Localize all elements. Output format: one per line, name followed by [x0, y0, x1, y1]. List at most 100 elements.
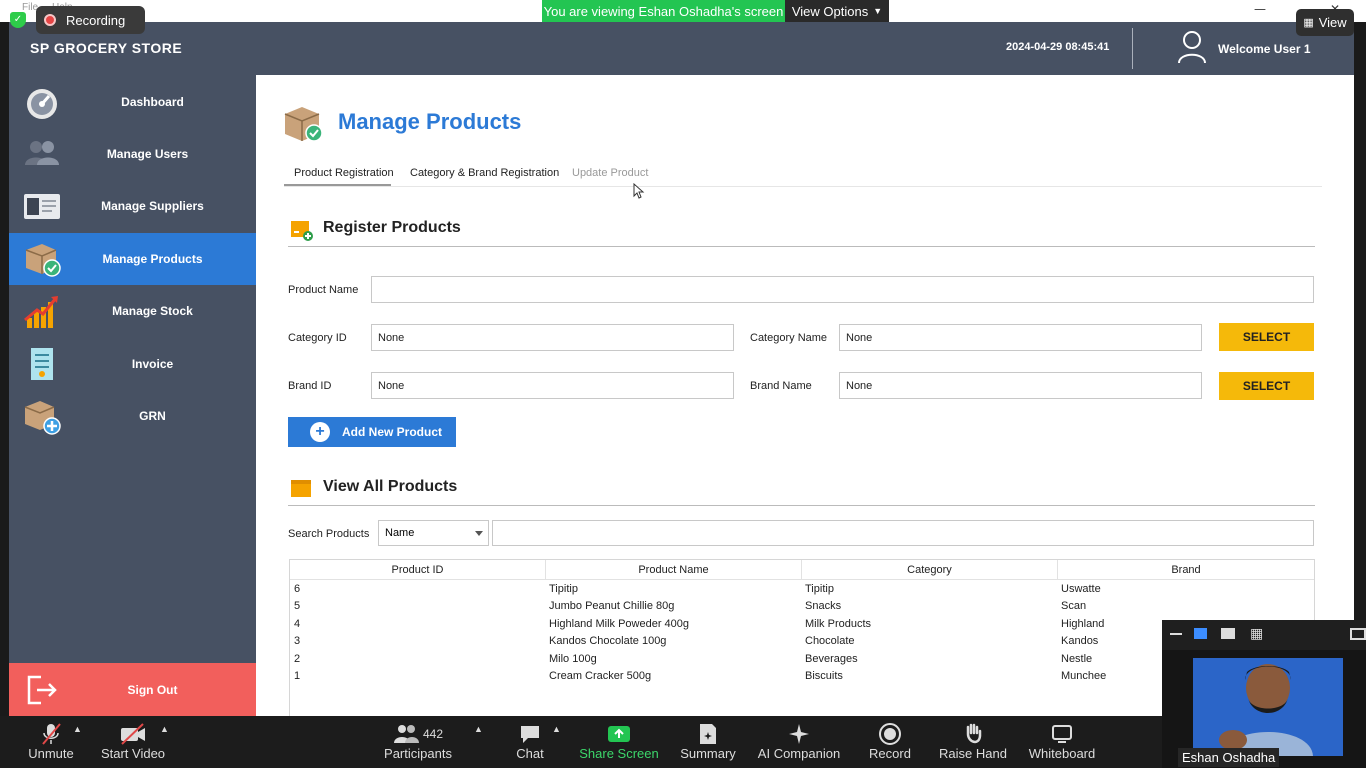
gallery-view-icon[interactable]: ▦	[1250, 627, 1263, 641]
register-section-rule	[288, 246, 1315, 247]
raise-hand-button[interactable]: Raise Hand	[936, 722, 1010, 761]
sidebar-item-invoice[interactable]: Invoice	[9, 338, 256, 390]
tab-update-product[interactable]: Update Product	[572, 167, 648, 179]
category-name-field[interactable]: None	[839, 324, 1202, 351]
shield-check-icon: ✓	[10, 12, 26, 28]
col-category[interactable]: Category	[802, 560, 1058, 580]
sign-out-button[interactable]: Sign Out	[9, 663, 256, 716]
caret-up-icon[interactable]: ▲	[552, 724, 561, 734]
caret-up-icon[interactable]: ▲	[73, 724, 82, 734]
participant-video-image	[1193, 658, 1343, 756]
sidebar-item-grn[interactable]: GRN	[9, 390, 256, 442]
plus-icon: +	[310, 422, 330, 442]
search-by-value: Name	[385, 527, 415, 539]
mouse-cursor-icon	[633, 183, 645, 199]
cell-category: Milk Products	[805, 618, 872, 630]
sidebar-item-suppliers[interactable]: Manage Suppliers	[9, 180, 256, 232]
speaker-view-icon[interactable]	[1194, 628, 1207, 639]
table-row[interactable]: 2 Milo 100g Beverages Nestle	[290, 650, 1314, 667]
brand-id-field[interactable]: None	[371, 372, 734, 399]
active-speaker-icon[interactable]	[1221, 628, 1235, 639]
search-products-label: Search Products	[288, 528, 370, 540]
record-button[interactable]: Record	[865, 722, 915, 761]
category-id-field[interactable]: None	[371, 324, 734, 351]
participants-label: Participants	[384, 746, 452, 761]
table-row[interactable]: 3 Kandos Chocolate 100g Chocolate Kandos	[290, 632, 1314, 649]
sidebar-item-products[interactable]: Manage Products	[9, 233, 256, 285]
col-brand[interactable]: Brand	[1058, 560, 1314, 580]
minimize-video-icon[interactable]	[1170, 633, 1182, 635]
col-product-id[interactable]: Product ID	[290, 560, 546, 580]
ai-companion-button[interactable]: AI Companion	[755, 722, 843, 761]
start-video-button[interactable]: Start Video	[98, 722, 168, 761]
search-by-select[interactable]: Name	[378, 520, 489, 546]
view-options-label: View Options	[791, 3, 869, 19]
view-options-button[interactable]: View Options ▼	[785, 0, 889, 22]
minimize-icon[interactable]: —	[1254, 2, 1266, 16]
table-row[interactable]: 1 Cream Cracker 500g Biscuits Munchee	[290, 667, 1314, 684]
header-divider	[1132, 28, 1133, 69]
product-name-field[interactable]	[371, 276, 1314, 303]
cell-product-id: 6	[294, 583, 301, 595]
video-panel: ▦ Eshan Oshadha	[1162, 620, 1366, 768]
cell-product-id: 3	[294, 635, 301, 647]
cell-category: Chocolate	[805, 635, 855, 647]
table-row[interactable]: 5 Jumbo Peanut Chillie 80g Snacks Scan	[290, 597, 1314, 614]
add-new-product-label: Add New Product	[342, 425, 443, 439]
sidebar-label-products: Manage Products	[102, 252, 203, 266]
unmute-button[interactable]: Unmute	[22, 722, 80, 761]
share-screen-icon	[608, 726, 630, 742]
share-screen-button[interactable]: Share Screen	[576, 722, 662, 761]
table-row[interactable]: 4 Highland Milk Poweder 400g Milk Produc…	[290, 615, 1314, 632]
caret-up-icon[interactable]: ▲	[160, 724, 169, 734]
cell-brand: Scan	[1061, 600, 1087, 612]
participant-name: Eshan Oshadha	[1178, 748, 1280, 767]
select-category-button[interactable]: SELECT	[1219, 323, 1314, 351]
register-products-heading: Register Products	[323, 219, 461, 236]
pop-out-icon[interactable]	[1350, 628, 1366, 640]
share-screen-label: Share Screen	[579, 746, 659, 761]
whiteboard-button[interactable]: Whiteboard	[1024, 722, 1100, 761]
start-video-label: Start Video	[100, 746, 166, 761]
tab-product-registration[interactable]: Product Registration	[294, 167, 394, 179]
col-product-name[interactable]: Product Name	[546, 560, 802, 580]
record-label: Record	[869, 746, 911, 761]
dropdown-caret-icon	[475, 531, 483, 536]
summary-button[interactable]: Summary	[676, 722, 740, 761]
register-box-icon	[291, 221, 313, 241]
brand-name-label: Brand Name	[750, 380, 812, 392]
recording-indicator[interactable]: Recording	[36, 6, 145, 34]
participants-button[interactable]: 442 Participants	[382, 722, 454, 761]
category-id-label: Category ID	[288, 332, 347, 344]
store-title: SP GROCERY STORE	[30, 40, 183, 56]
brand-name-field[interactable]: None	[839, 372, 1202, 399]
cell-brand: Highland	[1061, 618, 1105, 630]
viewing-banner: You are viewing Eshan Oshadha's screen	[542, 0, 785, 22]
select-brand-button[interactable]: SELECT	[1219, 372, 1314, 400]
mic-muted-icon	[42, 723, 61, 745]
tab-category-brand-registration[interactable]: Category & Brand Registration	[410, 167, 559, 179]
chat-button[interactable]: Chat	[508, 722, 552, 761]
cell-product-name: Jumbo Peanut Chillie 80g	[549, 600, 675, 612]
cell-category: Beverages	[805, 653, 858, 665]
add-new-product-button[interactable]: + Add New Product	[288, 417, 456, 447]
user-icon	[1178, 31, 1206, 64]
view-button[interactable]: ▦ View	[1296, 9, 1354, 36]
sidebar-label-users: Manage Users	[106, 147, 189, 161]
sidebar-item-dashboard[interactable]: Dashboard	[9, 76, 256, 128]
cell-category: Tipitip	[805, 583, 834, 595]
search-input[interactable]	[492, 520, 1314, 546]
zoom-top-bar: File Help You are viewing Eshan Oshadha'…	[0, 0, 1366, 22]
participants-count: 442	[422, 727, 444, 741]
sidebar-label-dashboard: Dashboard	[121, 95, 184, 109]
active-tab-indicator	[284, 184, 391, 186]
caret-up-icon[interactable]: ▲	[474, 724, 483, 734]
sidebar-item-stock[interactable]: Manage Stock	[9, 285, 256, 337]
chat-label: Chat	[516, 746, 544, 761]
tab-divider	[284, 186, 1322, 187]
category-name-label: Category Name	[750, 332, 828, 344]
table-row[interactable]: 6 Tipitip Tipitip Uswatte	[290, 580, 1314, 597]
sidebar-item-users[interactable]: Manage Users	[9, 128, 256, 180]
cell-brand: Munchee	[1061, 670, 1107, 682]
record-dot-icon	[44, 14, 56, 26]
